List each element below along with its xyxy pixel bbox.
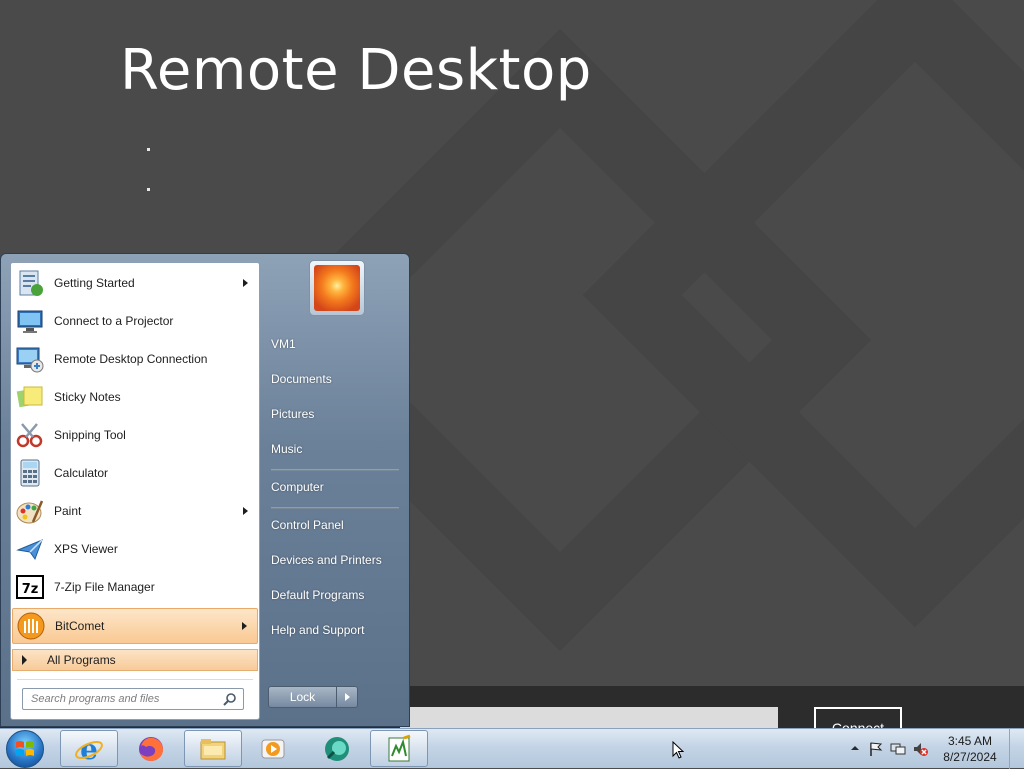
svg-text:7z: 7z (22, 582, 39, 597)
taskbar-app[interactable] (308, 730, 366, 767)
places-divider (271, 507, 399, 509)
program-connect-to-projector[interactable]: Connect to a Projector (12, 303, 258, 339)
7zip-icon: 7z (14, 571, 46, 603)
submenu-arrow-icon (243, 507, 248, 515)
place-user-folder[interactable]: VM1 (271, 333, 296, 355)
scissors-icon (14, 419, 46, 451)
search-placeholder: Search programs and files (31, 693, 160, 705)
search-input[interactable]: Search programs and files (22, 688, 244, 710)
all-programs-label: All Programs (47, 653, 116, 667)
program-label: Snipping Tool (54, 428, 126, 442)
program-label: Sticky Notes (54, 390, 121, 404)
submenu-arrow-icon (242, 622, 247, 630)
program-label: BitComet (55, 619, 105, 633)
ie-icon: e (75, 734, 103, 764)
place-default-programs[interactable]: Default Programs (271, 584, 364, 606)
system-tray: 3:45 AM 8/27/2024 (834, 729, 1024, 769)
svg-text:e: e (80, 734, 98, 764)
program-sticky-notes[interactable]: Sticky Notes (12, 379, 258, 415)
place-devices-and-printers[interactable]: Devices and Printers (271, 549, 382, 571)
program-calculator[interactable]: Calculator (12, 455, 258, 491)
place-pictures[interactable]: Pictures (271, 403, 314, 425)
network-icon[interactable] (890, 741, 906, 757)
app-icon (325, 736, 349, 761)
lock-label[interactable]: Lock (269, 687, 337, 707)
program-paint[interactable]: Paint (12, 493, 258, 529)
show-desktop-button[interactable] (1009, 729, 1024, 769)
connect-button[interactable]: Connect (814, 707, 902, 728)
bitcomet-icon (15, 610, 47, 642)
getting-started-icon (14, 267, 46, 299)
program-label: Connect to a Projector (54, 314, 174, 328)
clock-date: 8/27/2024 (943, 750, 997, 764)
sticky-notes-icon (14, 381, 46, 413)
remote-desktop-title: Remote Desktop (120, 38, 592, 103)
show-hidden-icons-icon[interactable] (850, 743, 860, 753)
program-label: Remote Desktop Connection (54, 352, 208, 366)
program-label: Paint (54, 504, 82, 518)
place-documents[interactable]: Documents (271, 368, 332, 390)
folder-icon (200, 738, 226, 759)
clock-time: 3:45 AM (947, 734, 993, 748)
places-divider (271, 469, 399, 471)
place-computer[interactable]: Computer (271, 476, 324, 498)
arrow-right-icon (344, 693, 350, 701)
taskbar-editor[interactable] (370, 730, 428, 767)
mouse-cursor-icon (672, 741, 684, 759)
place-music[interactable]: Music (271, 438, 302, 460)
program-label: 7-Zip File Manager (54, 580, 155, 594)
flower-user-image (314, 265, 360, 311)
program-7zip-file-manager[interactable]: 7z 7-Zip File Manager (12, 569, 258, 605)
program-label: Getting Started (54, 276, 135, 290)
taskbar-internet-explorer[interactable]: e (60, 730, 118, 767)
lock-button[interactable]: Lock (268, 686, 358, 708)
taskbar-firefox[interactable] (122, 730, 180, 767)
bullet-dot (147, 148, 150, 151)
calculator-icon (14, 457, 46, 489)
volume-muted-icon[interactable] (912, 741, 928, 757)
start-menu-programs-pane: Getting Started Connect to a Projector R… (10, 262, 260, 720)
shutdown-options-button[interactable] (337, 687, 357, 707)
firefox-icon (139, 736, 163, 761)
place-help-and-support[interactable]: Help and Support (271, 619, 364, 641)
xps-viewer-icon (14, 533, 46, 565)
program-snipping-tool[interactable]: Snipping Tool (12, 417, 258, 453)
clock[interactable]: 3:45 AM 8/27/2024 (934, 733, 1006, 765)
program-remote-desktop-connection[interactable]: Remote Desktop Connection (12, 341, 258, 377)
program-xps-viewer[interactable]: XPS Viewer (12, 531, 258, 567)
start-menu-places-pane: VM1 Documents Pictures Music Computer Co… (263, 254, 409, 724)
taskbar-media-player[interactable] (244, 730, 302, 767)
media-player-icon (261, 739, 285, 758)
taskbar: e 3:45 AM 8/27/2024 (0, 728, 1024, 769)
bullet-dot (147, 188, 150, 191)
expand-arrow-icon (22, 655, 27, 665)
paint-icon (14, 495, 46, 527)
search-icon[interactable] (223, 692, 237, 706)
user-picture-avatar[interactable] (309, 260, 365, 316)
projector-icon (14, 305, 46, 337)
remote-desktop-icon (14, 343, 46, 375)
computer-name-input[interactable] (400, 707, 778, 728)
place-control-panel[interactable]: Control Panel (271, 514, 344, 536)
action-center-flag-icon[interactable] (868, 741, 884, 757)
program-getting-started[interactable]: Getting Started (12, 265, 258, 301)
taskbar-file-explorer[interactable] (184, 730, 242, 767)
start-button[interactable] (6, 730, 44, 768)
editor-icon (388, 734, 411, 761)
all-programs-button[interactable]: All Programs (12, 649, 258, 671)
program-bitcomet[interactable]: BitComet (12, 608, 258, 644)
windows-logo-icon (16, 741, 34, 756)
submenu-arrow-icon (243, 279, 248, 287)
program-label: XPS Viewer (54, 542, 118, 556)
search-divider (17, 679, 253, 680)
start-menu: Getting Started Connect to a Projector R… (0, 253, 410, 727)
program-label: Calculator (54, 466, 109, 480)
